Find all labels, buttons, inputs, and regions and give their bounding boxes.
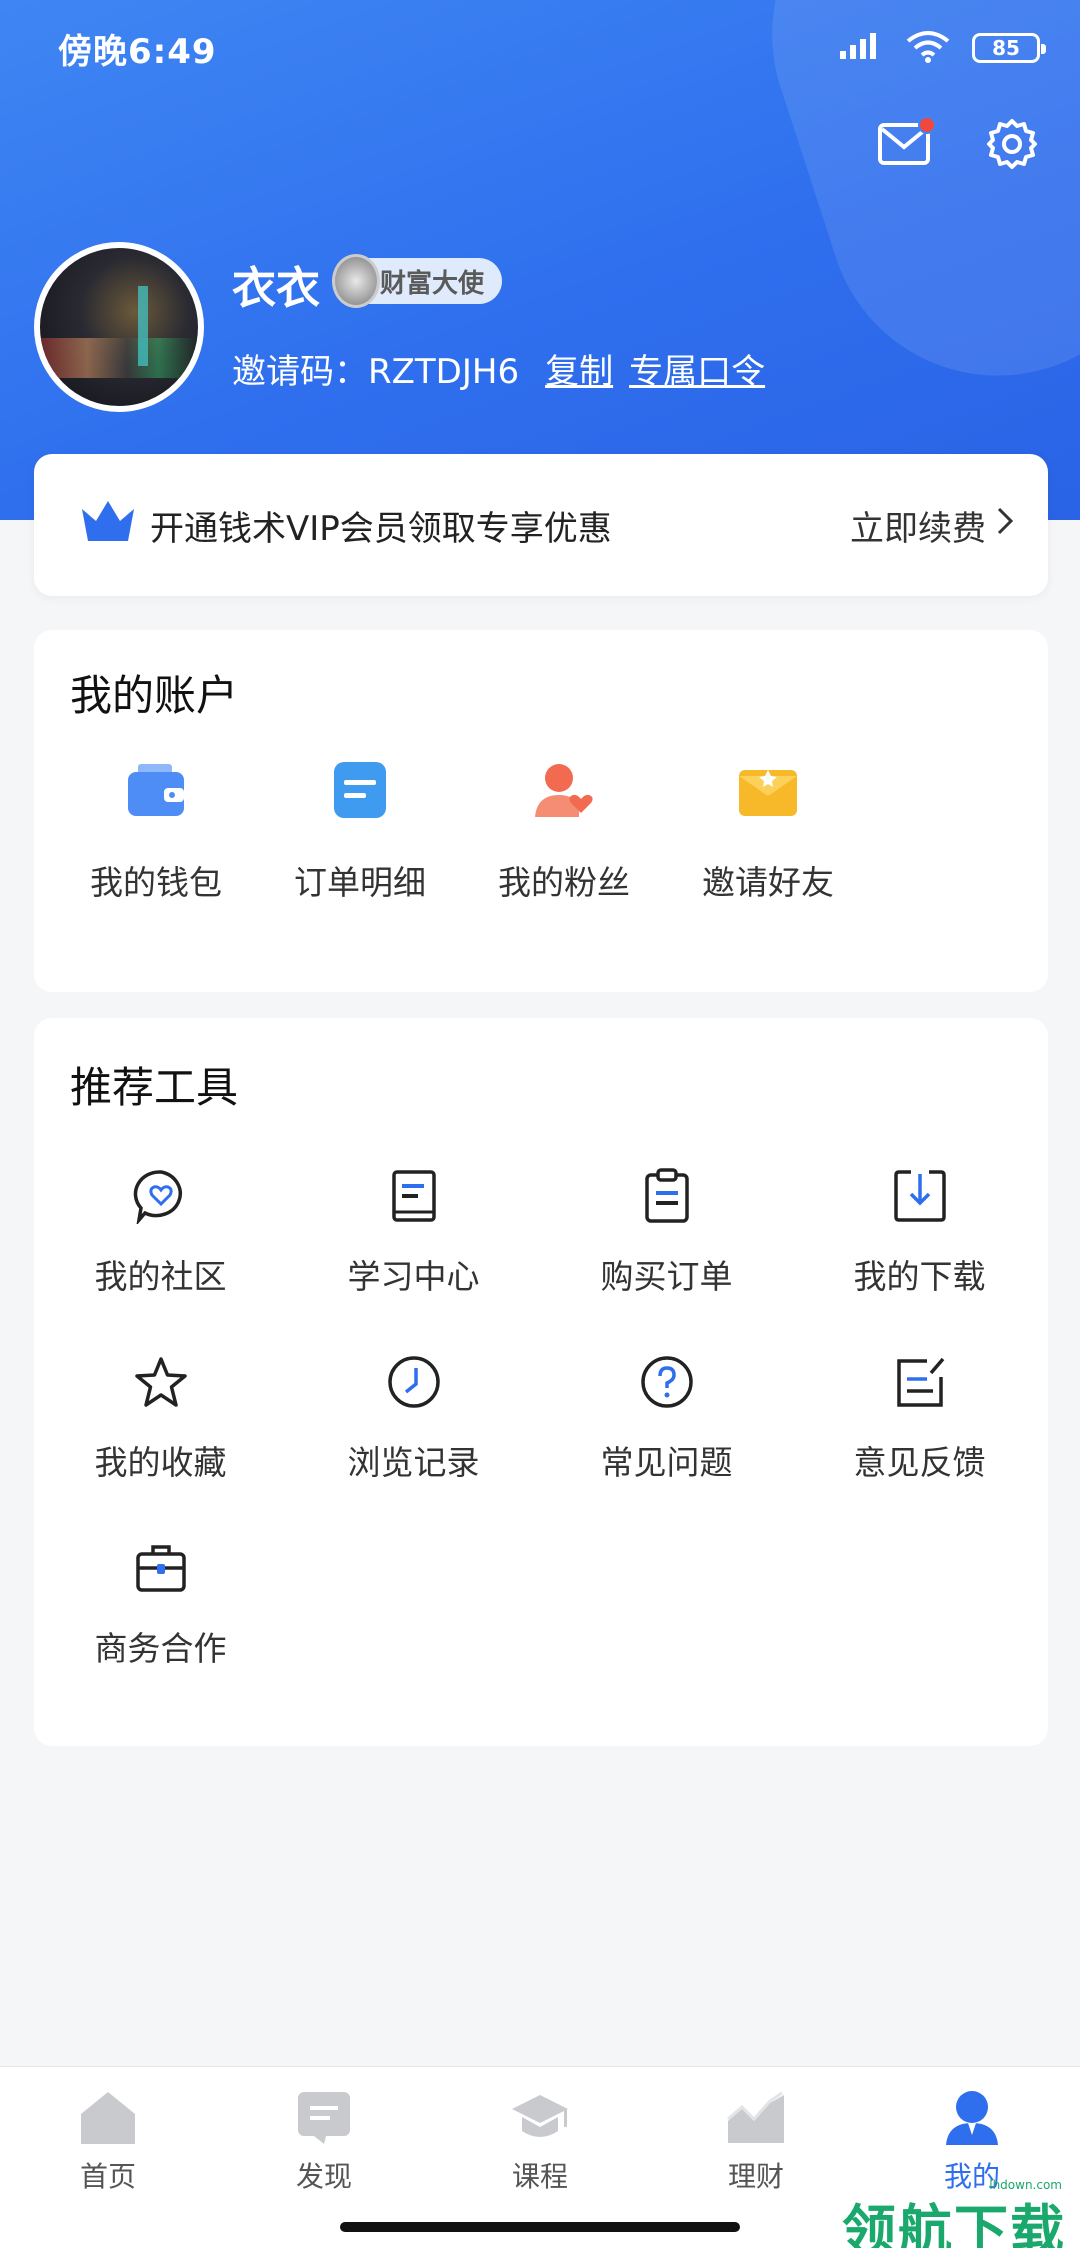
history-entry[interactable]: 浏览记录 — [287, 1352, 540, 1484]
signal-icon — [840, 31, 884, 65]
tab-courses-label: 课程 — [511, 2160, 568, 2193]
faq-entry[interactable]: 常见问题 — [540, 1352, 793, 1484]
tools-title: 推荐工具 — [70, 1063, 239, 1112]
purchase-orders-entry[interactable]: 购买订单 — [540, 1166, 793, 1298]
business-cooperation-entry[interactable]: 商务合作 — [34, 1538, 287, 1670]
fans-icon — [532, 758, 596, 822]
vip-promo: 开通钱术VIP会员领取专享优惠 — [78, 495, 612, 556]
invite-friends-entry[interactable]: 邀请好友 — [666, 758, 870, 904]
favorites-entry[interactable]: 我的收藏 — [34, 1352, 287, 1484]
clipboard-icon — [637, 1166, 697, 1226]
home-indicator — [340, 2222, 740, 2232]
study-center-entry[interactable]: 学习中心 — [287, 1166, 540, 1298]
tab-finance[interactable]: 理财 — [648, 2067, 864, 2248]
favorites-label: 我的收藏 — [94, 1443, 227, 1482]
crown-icon — [78, 495, 138, 556]
rank-badge-label: 财富大使 — [380, 268, 485, 299]
invite-code: 邀请码：RZTDJH6 — [232, 352, 520, 392]
status-bar: 傍晚6:49 85 — [0, 0, 1080, 96]
copy-link[interactable]: 复制 — [545, 344, 613, 393]
user-name: 衣衣 — [232, 263, 320, 314]
battery-level: 85 — [992, 36, 1020, 60]
rank-badge[interactable]: 财富大使 — [332, 254, 503, 308]
history-label: 浏览记录 — [347, 1443, 480, 1482]
order-detail-icon — [328, 758, 392, 822]
status-time: 傍晚6:49 — [58, 31, 217, 72]
feedback-edit-icon — [890, 1352, 950, 1412]
wallet-entry[interactable]: 我的钱包 — [54, 758, 258, 904]
invite-code-row: 邀请码：RZTDJH6 复制 专属口令 — [232, 344, 765, 393]
message-button[interactable] — [876, 116, 936, 174]
settings-button[interactable] — [984, 118, 1040, 174]
tab-home-label: 首页 — [79, 2160, 136, 2193]
account-title: 我的账户 — [70, 671, 239, 720]
vip-banner[interactable]: 开通钱术VIP会员领取专享优惠 立即续费 — [34, 454, 1048, 596]
purchase-orders-label: 购买订单 — [600, 1257, 733, 1296]
avatar-photo-tower — [138, 286, 148, 366]
exclusive-code-link[interactable]: 专属口令 — [629, 344, 765, 393]
community-label: 我的社区 — [94, 1257, 227, 1296]
avatar-photo-city — [40, 338, 198, 378]
account-grid: 我的钱包 订单明细 我的粉丝 邀请好友 — [54, 758, 870, 904]
wallet-label: 我的钱包 — [90, 863, 222, 902]
medal-icon — [332, 254, 380, 308]
fans-entry[interactable]: 我的粉丝 — [462, 758, 666, 904]
battery-icon: 85 — [972, 33, 1046, 63]
tab-finance-label: 理财 — [727, 2160, 784, 2193]
fans-label: 我的粉丝 — [498, 863, 630, 902]
star-icon — [131, 1352, 191, 1412]
order-detail-label: 订单明细 — [294, 863, 426, 902]
feedback-label: 意见反馈 — [853, 1443, 986, 1482]
faq-label: 常见问题 — [600, 1443, 733, 1482]
status-icons: 85 — [840, 29, 1046, 67]
community-icon — [131, 1166, 191, 1226]
tab-discover-label: 发现 — [295, 2160, 352, 2193]
community-entry[interactable]: 我的社区 — [34, 1166, 287, 1298]
discover-icon — [292, 2087, 356, 2149]
finance-chart-icon — [724, 2087, 788, 2149]
download-icon — [890, 1166, 950, 1226]
tools-grid: 我的社区 学习中心 购买订单 我的下载 我的收藏 浏览记录 常见问题 意见反馈 … — [34, 1166, 1048, 1670]
tab-discover[interactable]: 发现 — [216, 2067, 432, 2248]
clock-icon — [384, 1352, 444, 1412]
chevron-right-icon — [996, 505, 1014, 545]
unread-dot — [918, 116, 936, 134]
watermark: 领航下载 — [842, 2199, 1066, 2248]
invite-friends-label: 邀请好友 — [702, 863, 834, 902]
renew-label: 立即续费 — [850, 508, 986, 549]
my-downloads-entry[interactable]: 我的下载 — [793, 1166, 1046, 1298]
wifi-icon — [906, 29, 950, 67]
avatar[interactable] — [34, 242, 204, 412]
gear-icon — [986, 118, 1038, 174]
tab-courses[interactable]: 课程 — [432, 2067, 648, 2248]
study-center-label: 学习中心 — [347, 1257, 480, 1296]
wallet-icon — [124, 758, 188, 822]
tools-card: 推荐工具 我的社区 学习中心 购买订单 我的下载 我的收藏 浏览记录 常见问题 … — [34, 1018, 1048, 1746]
study-book-icon — [384, 1166, 444, 1226]
renew-button[interactable]: 立即续费 — [850, 501, 1014, 550]
feedback-entry[interactable]: 意见反馈 — [793, 1352, 1046, 1484]
account-card: 我的账户 我的钱包 订单明细 我的粉丝 邀请好友 — [34, 630, 1048, 992]
graduation-cap-icon — [508, 2087, 572, 2149]
header-actions — [876, 116, 1040, 174]
tab-home[interactable]: 首页 — [0, 2067, 216, 2248]
user-icon — [940, 2087, 1004, 2149]
briefcase-icon — [131, 1538, 191, 1598]
watermark-url: lhdown.com — [989, 2178, 1062, 2192]
vip-promo-text: 开通钱术VIP会员领取专享优惠 — [150, 508, 612, 549]
my-downloads-label: 我的下载 — [853, 1257, 986, 1296]
home-icon — [76, 2087, 140, 2149]
business-cooperation-label: 商务合作 — [94, 1629, 227, 1668]
order-detail-entry[interactable]: 订单明细 — [258, 758, 462, 904]
invite-envelope-icon — [736, 758, 800, 822]
question-icon — [637, 1352, 697, 1412]
